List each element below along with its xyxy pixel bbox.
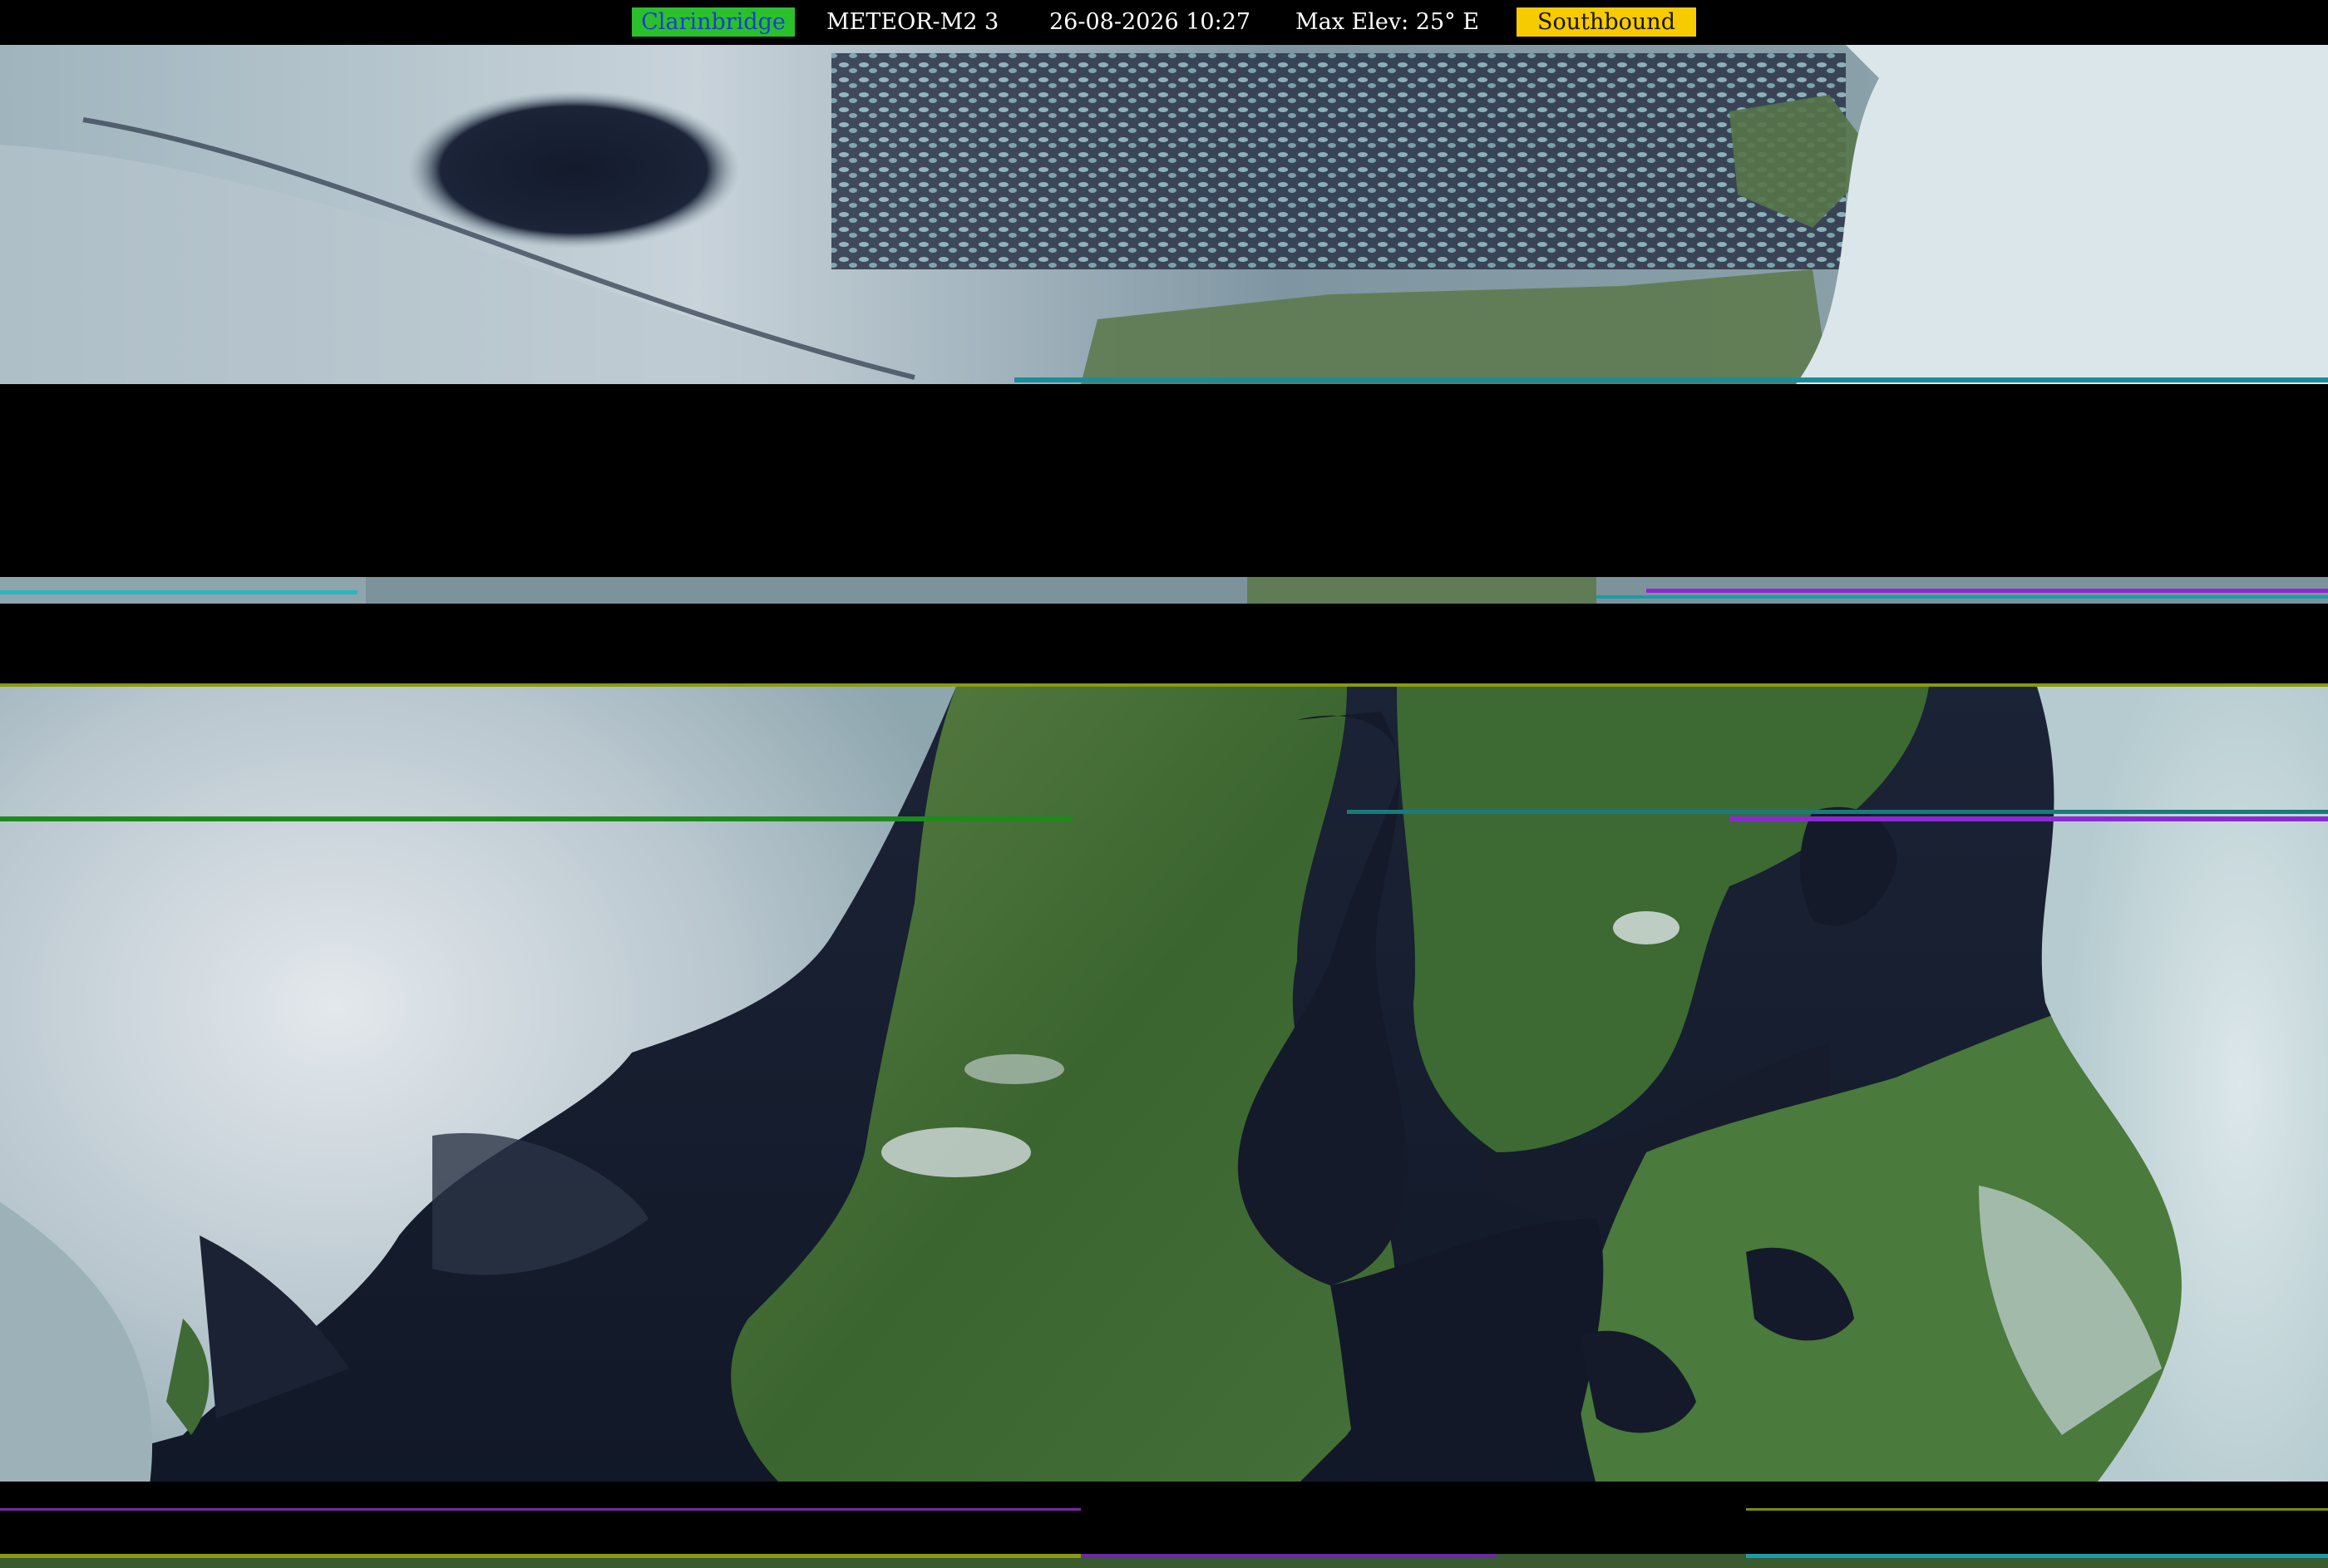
pass-info-bar: Clarinbridge METEOR-M2 3 26-08-2026 10:2…	[0, 0, 2328, 45]
satellite-name-label: METEOR-M2 3	[826, 7, 1026, 37]
max-elevation-label: Max Elev: 25° E	[1295, 9, 1479, 35]
imagery-band-top	[0, 45, 2328, 384]
imagery-band-strip	[0, 577, 2328, 604]
scandinavia-imagery	[0, 687, 2328, 1485]
satellite-image-viewer: Clarinbridge METEOR-M2 3 26-08-2026 10:2…	[0, 0, 2328, 1568]
station-location-label: Clarinbridge	[632, 7, 795, 37]
pass-direction-label: Southbound	[1517, 7, 1696, 37]
cloud-imagery-bottom	[0, 1511, 2328, 1568]
imagery-band-main	[0, 687, 2328, 1485]
cloud-imagery-top	[0, 45, 2328, 384]
pass-datetime-label: 26-08-2026 10:27	[1049, 9, 1251, 35]
imagery-band-bottom	[0, 1511, 2328, 1568]
cloud-imagery-strip	[0, 577, 2328, 604]
scanline-artifact	[0, 1482, 2328, 1487]
